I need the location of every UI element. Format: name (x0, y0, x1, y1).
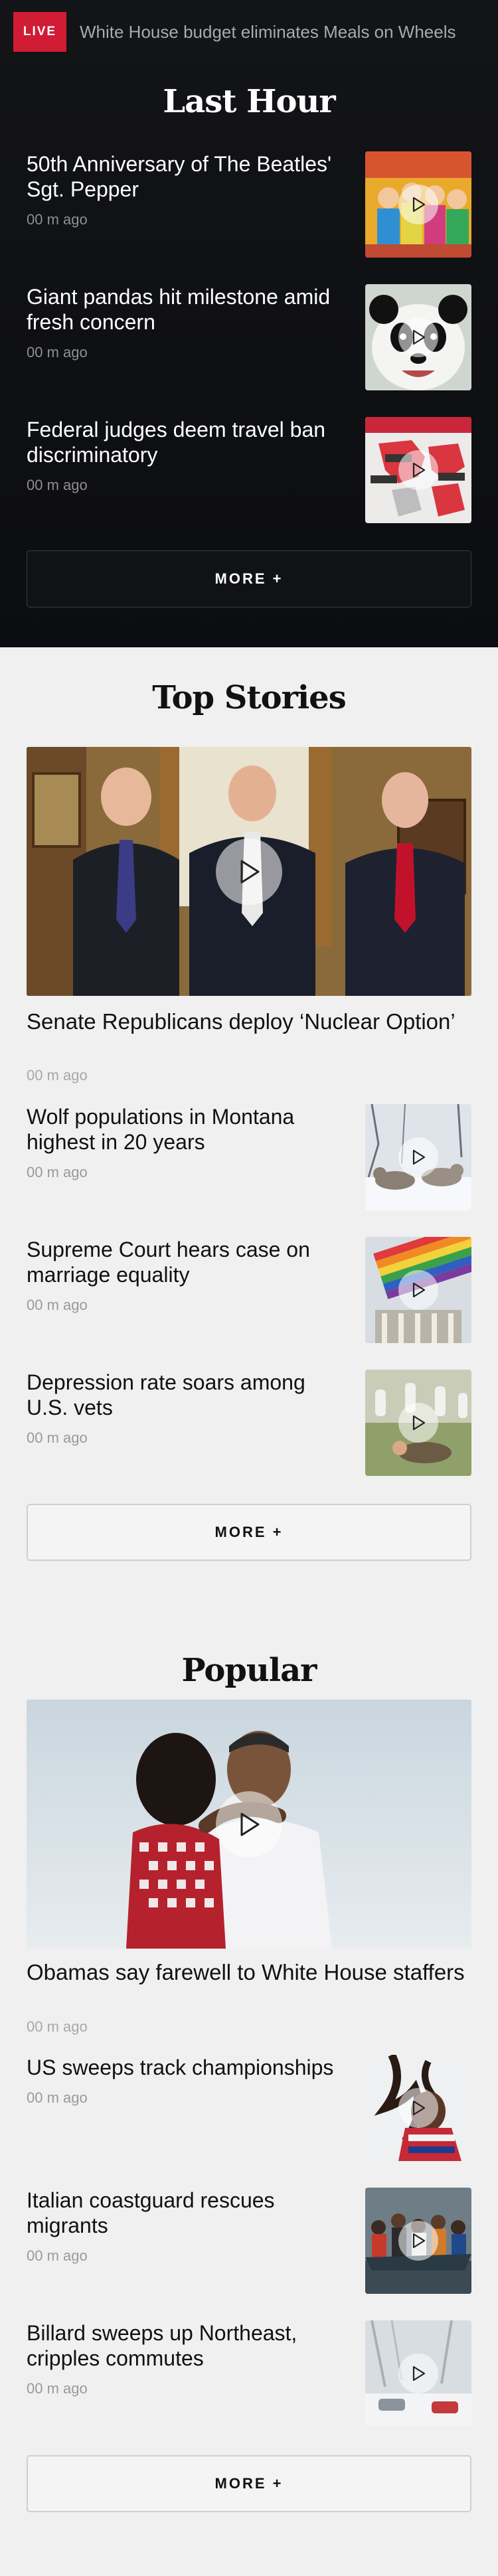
story-time: 00 m ago (27, 2380, 88, 2397)
hero-headline[interactable]: Senate Republicans deploy ‘Nuclear Optio… (27, 1009, 471, 1034)
play-icon[interactable] (398, 2221, 438, 2261)
play-icon[interactable] (398, 1137, 438, 1177)
popular-title: Popular (181, 1652, 317, 1689)
story-time: 00 m ago (27, 477, 88, 493)
story-headline[interactable]: Federal judges deem travel ban discrimin… (27, 417, 345, 467)
track-athlete-thumbnail[interactable] (365, 2055, 471, 2161)
story-time: 00 m ago (27, 1164, 88, 1180)
play-icon[interactable] (398, 185, 438, 224)
story-time: 00 m ago (27, 344, 88, 361)
hero-time: 00 m ago (27, 2018, 88, 2035)
popular-hero-image[interactable] (27, 1700, 471, 1949)
list-item[interactable]: Wolf populations in Montana highest in 2… (27, 1104, 471, 1210)
snow-street-thumbnail[interactable] (365, 2320, 471, 2427)
list-item[interactable]: Giant pandas hit milestone amid fresh co… (27, 284, 471, 390)
story-headline[interactable]: Wolf populations in Montana highest in 2… (27, 1104, 345, 1155)
story-time: 00 m ago (27, 1297, 88, 1313)
last-hour-title: Last Hour (163, 83, 335, 120)
list-item[interactable]: 50th Anniversary of The Beatles' Sgt. Pe… (27, 151, 471, 258)
hero-time: 00 m ago (27, 1067, 88, 1084)
story-headline[interactable]: US sweeps track championships (27, 2055, 345, 2080)
play-icon[interactable] (216, 838, 282, 905)
play-icon[interactable] (398, 450, 438, 490)
list-item[interactable]: Federal judges deem travel ban discrimin… (27, 417, 471, 523)
story-headline[interactable]: Supreme Court hears case on marriage equ… (27, 1237, 345, 1287)
story-headline[interactable]: 50th Anniversary of The Beatles' Sgt. Pe… (27, 151, 345, 202)
beatles-album-thumbnail[interactable] (365, 151, 471, 258)
story-headline[interactable]: Billard sweeps up Northeast, cripples co… (27, 2320, 345, 2371)
story-time: 00 m ago (27, 1429, 88, 1446)
story-headline[interactable]: Italian coastguard rescues migrants (27, 2188, 345, 2238)
popular-section: Popular Obamas say farewell to White Hou… (0, 1613, 498, 2576)
live-ticker-headline[interactable]: White House budget eliminates Meals on W… (80, 20, 498, 44)
top-stories-title: Top Stories (152, 679, 346, 716)
play-icon[interactable] (398, 1270, 438, 1310)
list-item[interactable]: Italian coastguard rescues migrants 00 m… (27, 2188, 471, 2294)
cemetery-thumbnail[interactable] (365, 1370, 471, 1476)
live-bar[interactable]: LIVE White House budget eliminates Meals… (0, 0, 498, 63)
popular-more-button[interactable]: MORE + (27, 2455, 471, 2512)
play-icon[interactable] (398, 1403, 438, 1443)
play-icon[interactable] (398, 2354, 438, 2393)
live-badge[interactable]: LIVE (13, 12, 66, 52)
story-headline[interactable]: Giant pandas hit milestone amid fresh co… (27, 284, 345, 335)
wolves-thumbnail[interactable] (365, 1104, 471, 1210)
list-item[interactable]: US sweeps track championships 00 m ago (27, 2055, 471, 2161)
list-item[interactable]: Billard sweeps up Northeast, cripples co… (27, 2320, 471, 2427)
play-icon[interactable] (398, 2088, 438, 2128)
list-item[interactable]: Depression rate soars among U.S. vets 00… (27, 1370, 471, 1476)
panda-thumbnail[interactable] (365, 284, 471, 390)
top-stories-hero-image[interactable] (27, 747, 471, 996)
list-item[interactable]: Supreme Court hears case on marriage equ… (27, 1237, 471, 1343)
migrant-boat-thumbnail[interactable] (365, 2188, 471, 2294)
story-headline[interactable]: Depression rate soars among U.S. vets (27, 1370, 345, 1420)
rainbow-flag-court-thumbnail[interactable] (365, 1237, 471, 1343)
play-icon[interactable] (398, 317, 438, 357)
story-time: 00 m ago (27, 211, 88, 228)
travel-ban-map-thumbnail[interactable] (365, 417, 471, 523)
play-icon[interactable] (216, 1791, 282, 1858)
hero-headline[interactable]: Obamas say farewell to White House staff… (27, 1960, 471, 1985)
top-stories-section: Top Stories Senate Republicans deploy ‘N… (0, 647, 498, 1613)
story-time: 00 m ago (27, 2247, 88, 2264)
story-time: 00 m ago (27, 2089, 88, 2106)
top-stories-more-button[interactable]: MORE + (27, 1504, 471, 1561)
last-hour-section: LIVE White House budget eliminates Meals… (0, 0, 498, 647)
last-hour-more-button[interactable]: MORE + (27, 550, 471, 607)
